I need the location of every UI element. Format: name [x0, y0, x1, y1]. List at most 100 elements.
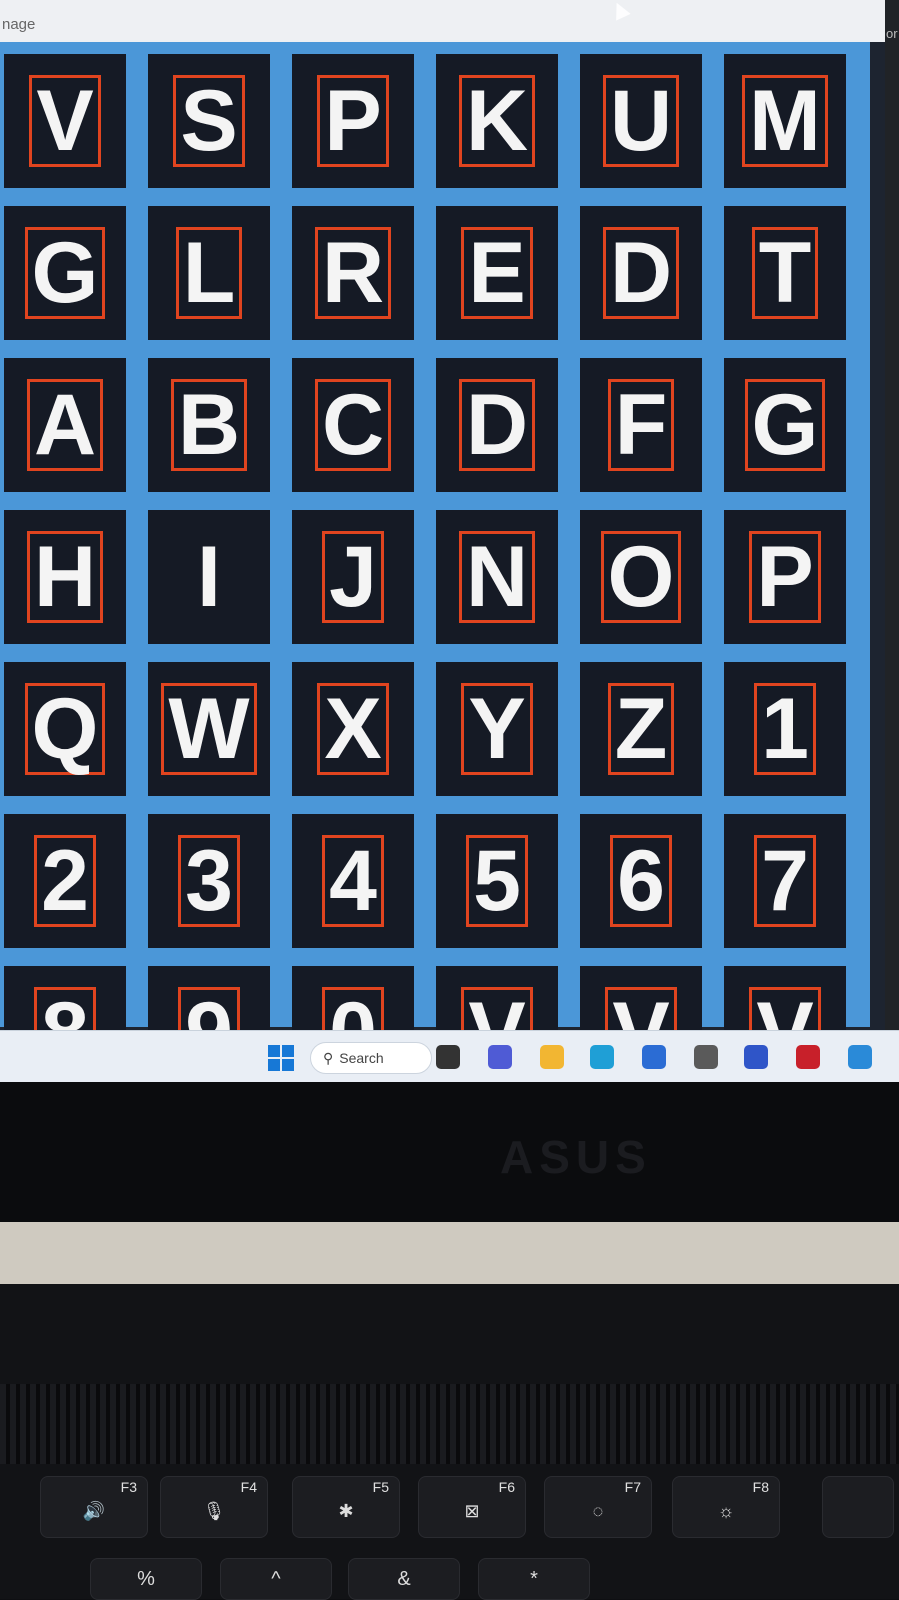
letter-tile: 2	[4, 814, 126, 948]
tile-character: 7	[754, 835, 816, 927]
adjacent-window-text: or	[886, 26, 898, 41]
tile-character: H	[26, 531, 104, 623]
key-f4[interactable]: F4 🎙	[160, 1476, 268, 1538]
tile-character: 2	[34, 835, 96, 927]
app-ia-icon[interactable]	[744, 1045, 768, 1069]
letter-tile: Y	[436, 662, 558, 796]
letter-tile: 1	[724, 662, 846, 796]
letter-tile: K	[436, 54, 558, 188]
teams-meet-icon[interactable]	[488, 1045, 512, 1069]
file-explorer-icon[interactable]	[540, 1045, 564, 1069]
tile-character: V	[605, 987, 677, 1030]
laptop-screen: nage or VSPKUMGLREDTABCDFGHIJNOPQWXYZ123…	[0, 0, 899, 1030]
key-label: F5	[372, 1479, 389, 1495]
letter-tile: U	[580, 54, 702, 188]
letter-grid: VSPKUMGLREDTABCDFGHIJNOPQWXYZ1234567890V…	[0, 54, 846, 1030]
tile-character: V	[29, 75, 101, 167]
letter-tile: H	[4, 510, 126, 644]
tile-character: 1	[754, 683, 816, 775]
tile-character: I	[197, 529, 221, 625]
tile-character: F	[607, 379, 675, 471]
vscode-icon[interactable]	[848, 1045, 872, 1069]
letter-tile: M	[724, 54, 846, 188]
store-icon[interactable]	[642, 1045, 666, 1069]
letter-tile: A	[4, 358, 126, 492]
windows-taskbar: ⚲ Search	[0, 1030, 899, 1083]
letter-tile: V	[436, 966, 558, 1030]
tile-character: C	[314, 379, 392, 471]
key-symbol[interactable]: ^	[220, 1558, 332, 1600]
tile-character: 6	[610, 835, 672, 927]
letter-tile: I	[148, 510, 270, 644]
search-icon: ⚲	[323, 1049, 334, 1066]
tile-character: E	[461, 227, 533, 319]
key-label: F8	[752, 1479, 769, 1495]
edge-icon[interactable]	[590, 1045, 614, 1069]
letter-tile: Z	[580, 662, 702, 796]
key-symbol[interactable]: &	[348, 1558, 460, 1600]
letter-tile: W	[148, 662, 270, 796]
mcafee-icon[interactable]	[796, 1045, 820, 1069]
letter-tile: L	[148, 206, 270, 340]
letter-tile: 8	[4, 966, 126, 1030]
key-symbol[interactable]: *	[478, 1558, 590, 1600]
letter-tile: 3	[148, 814, 270, 948]
letter-tile: D	[436, 358, 558, 492]
volume-up-icon: 🔊	[82, 1501, 106, 1521]
tile-character: J	[322, 531, 384, 623]
laptop-bezel: ASUS	[0, 1082, 899, 1222]
letter-tile: 0	[292, 966, 414, 1030]
letter-tile: P	[724, 510, 846, 644]
tile-character: O	[600, 531, 682, 623]
tile-character: 8	[34, 987, 96, 1030]
key-symbol[interactable]: %	[90, 1558, 202, 1600]
key-f5[interactable]: F5 ✱	[292, 1476, 400, 1538]
brightness-up-icon: ☼	[717, 1501, 735, 1521]
keyboard-vent	[0, 1384, 899, 1464]
key-label: F4	[240, 1479, 257, 1495]
letter-tile: D	[580, 206, 702, 340]
screenshot-icon: ⊠	[464, 1501, 480, 1521]
letter-tile: F	[580, 358, 702, 492]
letter-tile: 7	[724, 814, 846, 948]
tile-character: X	[317, 683, 389, 775]
key-f6[interactable]: F6 ⊠	[418, 1476, 526, 1538]
letter-tile: G	[4, 206, 126, 340]
letter-grid-canvas: VSPKUMGLREDTABCDFGHIJNOPQWXYZ1234567890V…	[0, 42, 870, 1030]
brightness-down-icon: ◌	[592, 1501, 604, 1521]
tile-character: Y	[461, 683, 533, 775]
key-f8[interactable]: F8 ☼	[672, 1476, 780, 1538]
tile-character: G	[744, 379, 826, 471]
adjacent-window-edge: or	[885, 0, 899, 1030]
key-f3[interactable]: F3 🔊	[40, 1476, 148, 1538]
tile-character: A	[26, 379, 104, 471]
tile-character: D	[602, 227, 680, 319]
search-label: Search	[339, 1050, 384, 1066]
3d-app-icon[interactable]	[694, 1045, 718, 1069]
letter-tile: N	[436, 510, 558, 644]
letter-tile: Q	[4, 662, 126, 796]
letter-tile: 9	[148, 966, 270, 1030]
tile-character: 5	[466, 835, 528, 927]
fan-mode-icon: ✱	[338, 1501, 354, 1521]
taskbar-search[interactable]: ⚲ Search	[310, 1042, 432, 1074]
letter-tile: B	[148, 358, 270, 492]
window-title: nage	[2, 16, 36, 33]
keyboard-deck: F3 🔊 F4 🎙 F5 ✱ F6 ⊠ F7 ◌ F8 ☼ % ^ & *	[0, 1284, 899, 1600]
tile-character: V	[749, 987, 821, 1030]
letter-tile: G	[724, 358, 846, 492]
key-f7[interactable]: F7 ◌	[544, 1476, 652, 1538]
tile-character: 9	[178, 987, 240, 1030]
letter-tile: 5	[436, 814, 558, 948]
letter-tile: E	[436, 206, 558, 340]
letter-tile: V	[4, 54, 126, 188]
start-button[interactable]	[268, 1045, 294, 1071]
key-f9[interactable]	[822, 1476, 894, 1538]
task-view-icon[interactable]	[436, 1045, 460, 1069]
mic-mute-icon: 🎙	[202, 1501, 226, 1521]
tile-character: P	[317, 75, 389, 167]
tile-character: 3	[178, 835, 240, 927]
letter-tile: S	[148, 54, 270, 188]
tile-character: U	[602, 75, 680, 167]
letter-tile: R	[292, 206, 414, 340]
